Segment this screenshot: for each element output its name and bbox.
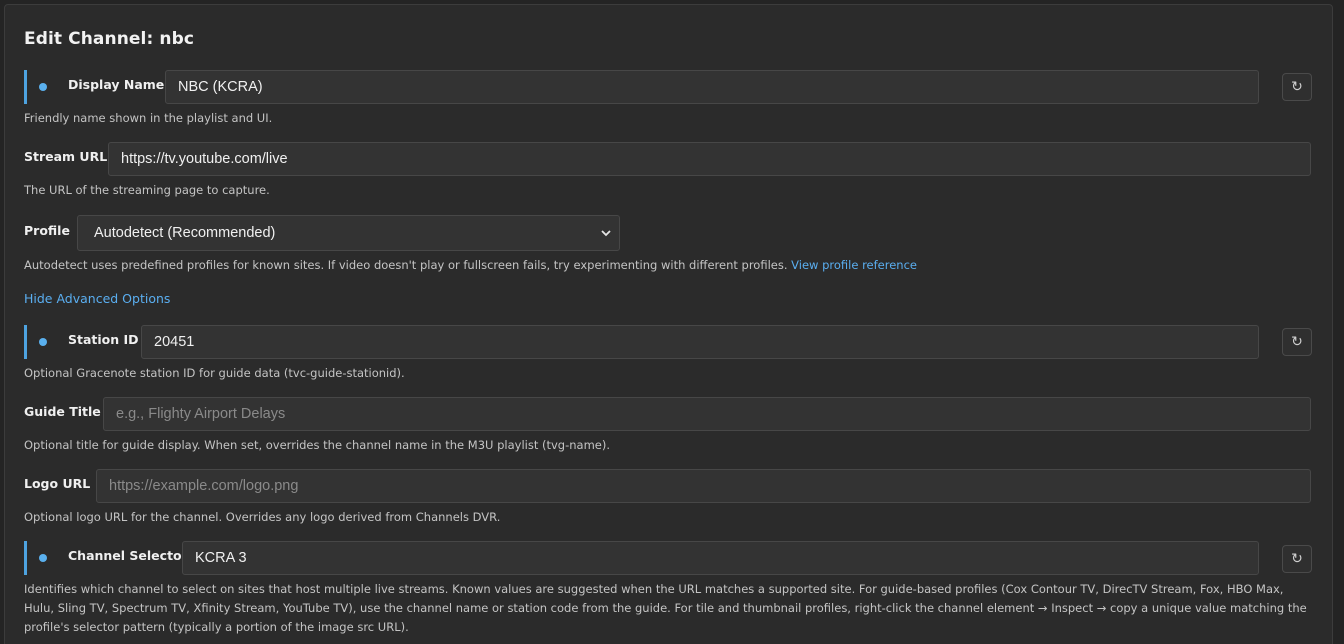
modified-indicator-icon [39,338,47,346]
guide-title-label: Guide Title [24,404,101,419]
hide-advanced-options-link[interactable]: Hide Advanced Options [24,291,170,306]
logo-url-input[interactable]: https://example.com/logo.png [96,469,1311,503]
profile-help-text: Autodetect uses predefined profiles for … [24,258,788,272]
channel-selector-help: Identifies which channel to select on si… [24,582,1307,634]
station-id-input[interactable]: 20451 [141,325,1259,359]
stream-url-help: The URL of the streaming page to capture… [24,183,270,197]
guide-title-row: Guide Title e.g., Flighty Airport Delays [24,397,1311,431]
reset-display-name-button[interactable]: ↻ [1282,73,1312,101]
display-name-row: Display Name NBC (KCRA) [24,70,1312,104]
logo-url-label: Logo URL [24,476,91,491]
profile-help: Autodetect uses predefined profiles for … [24,258,917,272]
modified-indicator-icon [39,83,47,91]
display-name-input[interactable]: NBC (KCRA) [165,70,1259,104]
profile-label: Profile [24,223,70,238]
chevron-down-icon [601,226,611,240]
logo-url-row: Logo URL https://example.com/logo.png [24,469,1311,503]
reset-icon: ↻ [1291,79,1303,95]
stream-url-row: Stream URL https://tv.youtube.com/live [24,142,1311,176]
stream-url-input[interactable]: https://tv.youtube.com/live [108,142,1311,176]
profile-select[interactable]: Autodetect (Recommended) [77,215,620,251]
guide-title-help: Optional title for guide display. When s… [24,438,610,452]
view-profile-reference-link[interactable]: View profile reference [791,258,917,272]
display-name-help: Friendly name shown in the playlist and … [24,111,273,125]
logo-url-help: Optional logo URL for the channel. Overr… [24,510,501,524]
reset-icon: ↻ [1291,551,1303,567]
modified-indicator-icon [39,554,47,562]
station-id-help: Optional Gracenote station ID for guide … [24,366,405,380]
profile-row: Profile Autodetect (Recommended) [24,215,624,251]
reset-channel-selector-button[interactable]: ↻ [1282,545,1312,573]
profile-selected-value: Autodetect (Recommended) [94,225,276,241]
channel-selector-label: Channel Selector [68,548,188,563]
display-name-label: Display Name [68,77,165,92]
station-id-row: Station ID 20451 [24,325,1259,359]
page-title: Edit Channel: nbc [24,29,195,49]
guide-title-input[interactable]: e.g., Flighty Airport Delays [103,397,1311,431]
reset-icon: ↻ [1291,334,1303,350]
stream-url-label: Stream URL [24,149,108,164]
channel-selector-row: Channel Selector KCRA 3 [24,541,1259,575]
station-id-label: Station ID [68,332,139,347]
reset-station-id-button[interactable]: ↻ [1282,328,1312,356]
channel-selector-input[interactable]: KCRA 3 [182,541,1259,575]
